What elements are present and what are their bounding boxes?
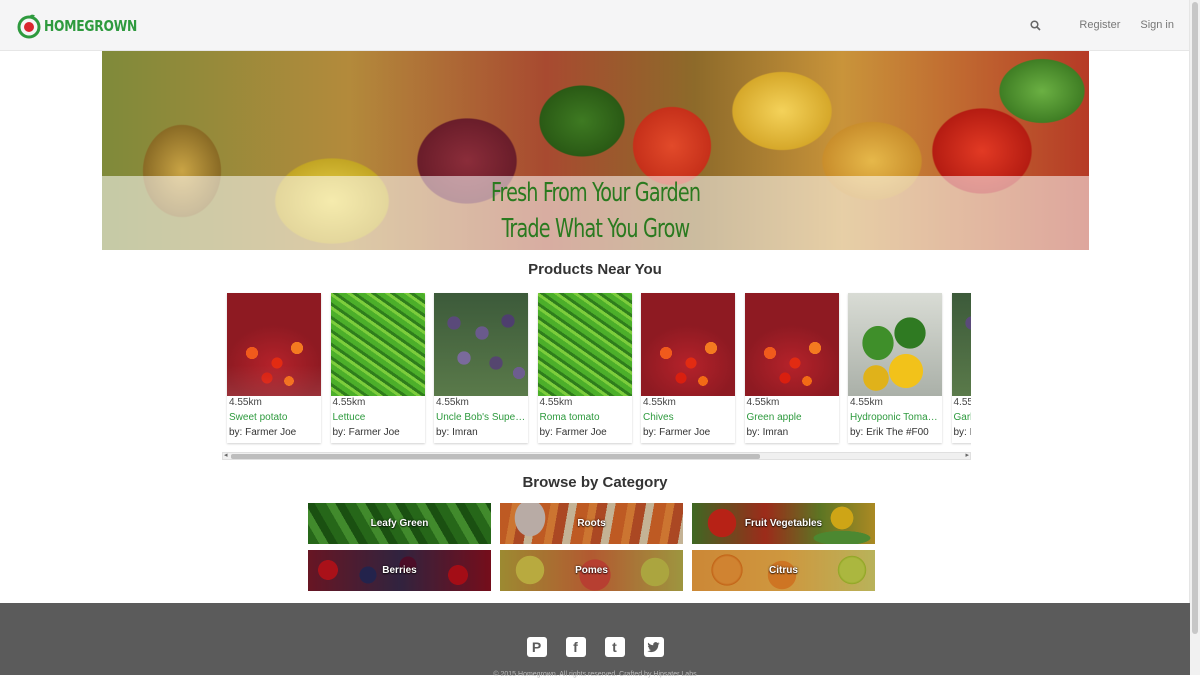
product-distance: 4.55 <box>953 397 972 408</box>
product-distance: 4.55km <box>436 397 469 408</box>
products-scrollbar-thumb[interactable] <box>231 454 760 459</box>
product-image[interactable] <box>537 293 632 396</box>
product-name-link[interactable]: Sweet potato <box>229 412 319 423</box>
nav-right: Register Sign in <box>1025 0 1174 50</box>
brand-logo[interactable]: HOMEGROWN <box>16 12 158 40</box>
page-scrollbar-thumb[interactable] <box>1192 2 1198 634</box>
category-tile-pomes[interactable]: Pomes <box>500 550 683 591</box>
search-icon[interactable] <box>1025 15 1045 35</box>
logo-icon <box>17 14 41 39</box>
category-label: Pomes <box>575 565 608 576</box>
product-image[interactable] <box>641 293 735 396</box>
category-tile-berries[interactable]: Berries <box>308 550 491 591</box>
product-distance: 4.55km <box>643 397 676 408</box>
products-track: 4.55km Sweet potato by: Farmer Joe 4.55k… <box>227 293 971 443</box>
footer: P f t © 2015 Homegrown. All rights reser… <box>0 603 1190 678</box>
twitter-icon[interactable] <box>643 637 664 657</box>
category-grid: Leafy Green Roots Fruit Vegetables Berri… <box>308 503 875 591</box>
social-links: P f t <box>0 637 1190 657</box>
product-card[interactable]: 4.55km Roma tomato by: Farmer Joe <box>537 293 632 443</box>
category-section-title: Browse by Category <box>522 474 668 491</box>
product-name-link[interactable]: Green apple <box>747 412 837 423</box>
product-image[interactable] <box>434 293 528 396</box>
products-horizontal-scrollbar[interactable]: ◂ ▸ <box>222 452 971 460</box>
product-seller: by: Imran <box>746 427 789 438</box>
brand-name: HOMEGROWN <box>44 17 138 35</box>
category-label: Roots <box>577 518 606 529</box>
product-card[interactable]: 4.55 Garlic by: Imran <box>951 293 972 443</box>
product-seller: by: Farmer Joe <box>229 427 297 438</box>
product-card[interactable]: 4.55km Hydroponic Tomatoes by: Erik The … <box>848 293 942 443</box>
product-seller: by: Imran <box>953 427 972 438</box>
category-label: Leafy Green <box>370 518 429 529</box>
scroll-right-arrow-icon[interactable]: ▸ <box>965 452 969 460</box>
product-distance: 4.55km <box>746 397 780 408</box>
category-tile-citrus[interactable]: Citrus <box>692 550 875 591</box>
product-seller: by: Farmer Joe <box>643 427 711 438</box>
product-name-link[interactable]: Uncle Bob's Super Plums <box>436 412 526 423</box>
products-section-title: Products Near You <box>528 261 662 278</box>
hero-headline: Fresh From Your Garden <box>490 178 701 208</box>
signin-link[interactable]: Sign in <box>1140 19 1174 31</box>
pinterest-icon[interactable]: P <box>526 637 547 657</box>
product-image[interactable] <box>848 293 942 396</box>
category-label: Citrus <box>769 565 798 576</box>
hero-subheadline: Trade What You Grow <box>501 214 691 244</box>
register-link[interactable]: Register <box>1079 19 1120 31</box>
page-scrollbar[interactable] <box>1189 0 1200 675</box>
product-name-link[interactable]: Roma tomato <box>540 412 630 423</box>
tumblr-icon[interactable]: t <box>604 637 625 657</box>
product-image[interactable] <box>330 293 425 396</box>
category-tile-leafy-green[interactable]: Leafy Green <box>308 503 491 544</box>
product-image[interactable] <box>744 293 839 396</box>
product-card[interactable]: 4.55km Sweet potato by: Farmer Joe <box>227 293 321 443</box>
top-navbar: HOMEGROWN Register Sign in <box>0 0 1190 51</box>
product-name-link[interactable]: Lettuce <box>333 412 423 423</box>
category-tile-roots[interactable]: Roots <box>500 503 683 544</box>
products-carousel: 4.55km Sweet potato by: Farmer Joe 4.55k… <box>222 292 971 455</box>
product-distance: 4.55km <box>332 397 366 408</box>
product-distance: 4.55km <box>229 397 262 408</box>
hero-banner: Fresh From Your Garden Trade What You Gr… <box>102 51 1089 250</box>
product-card[interactable]: 4.55km Lettuce by: Farmer Joe <box>330 293 425 443</box>
product-image[interactable] <box>227 293 321 396</box>
product-seller: by: Farmer Joe <box>332 427 400 438</box>
product-image[interactable] <box>951 293 971 396</box>
facebook-icon[interactable]: f <box>565 637 586 657</box>
product-card[interactable]: 4.55km Chives by: Farmer Joe <box>641 293 735 443</box>
product-name-link[interactable]: Chives <box>643 412 733 423</box>
product-seller: by: Farmer Joe <box>539 427 607 438</box>
scroll-left-arrow-icon[interactable]: ◂ <box>224 452 228 460</box>
product-card[interactable]: 4.55km Uncle Bob's Super Plums by: Imran <box>434 293 528 443</box>
category-label: Berries <box>382 565 417 576</box>
category-label: Fruit Vegetables <box>744 518 823 529</box>
product-distance: 4.55km <box>539 397 573 408</box>
category-tile-fruit-vegetables[interactable]: Fruit Vegetables <box>692 503 875 544</box>
product-card[interactable]: 4.55km Green apple by: Imran <box>744 293 839 443</box>
product-seller: by: Imran <box>436 427 478 438</box>
product-distance: 4.55km <box>850 397 883 408</box>
product-name-link[interactable]: Hydroponic Tomatoes <box>850 412 940 423</box>
product-name-link[interactable]: Garlic <box>954 412 972 423</box>
product-seller: by: Erik The #F00 <box>850 427 929 438</box>
